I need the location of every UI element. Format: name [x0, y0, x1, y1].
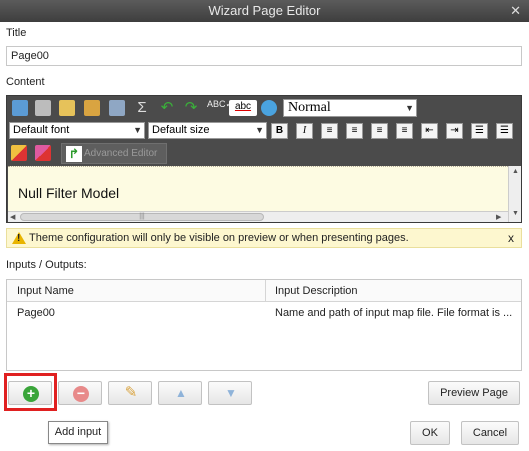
title-input[interactable] [6, 46, 522, 66]
paste-special-icon[interactable] [84, 100, 100, 116]
eraser-icon[interactable] [35, 145, 51, 161]
theme-warning-bar: ! Theme configuration will only be visib… [6, 228, 522, 248]
move-down-button[interactable]: ▼ [208, 381, 252, 405]
vertical-scrollbar[interactable]: ▲ ▼ [508, 166, 521, 222]
column-header-input-name[interactable]: Input Name [7, 280, 74, 302]
move-up-icon: ▲ [175, 386, 187, 400]
dismiss-warning-button[interactable]: x [508, 229, 514, 247]
spellcheck-icon[interactable]: ABC✓ [207, 100, 233, 116]
chevron-down-icon: ▼ [133, 125, 142, 135]
title-label: Title [6, 27, 27, 39]
ordered-list-icon[interactable]: ☰ [471, 123, 488, 139]
redo-icon[interactable]: ↷ [183, 100, 199, 116]
pencil-icon[interactable] [11, 145, 27, 161]
warning-text: Theme configuration will only be visible… [29, 232, 409, 244]
align-right-icon[interactable]: ≡ [371, 123, 388, 139]
content-body-text: Null Filter Model [18, 185, 120, 201]
toolbar-row-3: ↱ Advanced Editor [7, 142, 521, 164]
scroll-up-icon[interactable]: ▲ [512, 168, 519, 175]
scroll-left-icon[interactable]: ◀ [10, 213, 15, 221]
indent-icon[interactable]: ⇥ [446, 123, 463, 139]
highlight-box [4, 373, 57, 411]
cut-icon[interactable] [35, 100, 51, 116]
font-select-value: Default font [13, 124, 70, 136]
close-icon[interactable]: ✕ [510, 0, 521, 22]
move-down-icon: ▼ [225, 386, 237, 400]
remove-input-button[interactable]: − [58, 381, 102, 405]
justify-icon[interactable]: ≡ [396, 123, 413, 139]
window-titlebar: Wizard Page Editor ✕ [0, 0, 529, 22]
table-header: Input Name Input Description [7, 280, 521, 302]
window-title: Wizard Page Editor [208, 3, 321, 18]
arrow-icon: ↱ [66, 146, 82, 162]
sigma-icon[interactable]: Σ [134, 100, 150, 116]
align-left-icon[interactable]: ≡ [321, 123, 338, 139]
print-icon[interactable] [109, 100, 125, 116]
preview-page-button[interactable]: Preview Page [428, 381, 520, 405]
io-table: Input Name Input Description Page00 Name… [6, 279, 522, 371]
table-row[interactable]: Page00 Name and path of input map file. … [7, 302, 521, 324]
copy-icon[interactable] [12, 100, 28, 116]
cancel-button[interactable]: Cancel [461, 421, 519, 445]
paragraph-style-value: Normal [288, 100, 331, 115]
content-editable-area[interactable]: Null Filter Model [8, 166, 520, 211]
chevron-down-icon: ▼ [255, 125, 264, 135]
advanced-editor-button[interactable]: ↱ Advanced Editor [61, 143, 167, 164]
size-select[interactable]: Default size ▼ [148, 122, 267, 139]
edit-input-button[interactable]: ✎ [108, 381, 152, 405]
abc-icon[interactable]: abc [229, 100, 257, 116]
outdent-icon[interactable]: ⇤ [421, 123, 438, 139]
size-select-value: Default size [152, 124, 210, 136]
scroll-down-icon[interactable]: ▼ [512, 210, 519, 217]
font-select[interactable]: Default font ▼ [9, 122, 145, 139]
column-header-input-description[interactable]: Input Description [265, 280, 358, 302]
toolbar-row-1: Σ ↶ ↷ ABC✓ abc Normal ▼ [7, 97, 521, 119]
bold-icon[interactable]: B [271, 123, 288, 139]
align-center-icon[interactable]: ≡ [346, 123, 363, 139]
add-input-tooltip: Add input [48, 421, 108, 444]
horizontal-scrollbar[interactable]: ◀ ||| ▶ [8, 211, 508, 222]
ok-button[interactable]: OK [410, 421, 450, 445]
warning-mark: ! [17, 233, 21, 244]
unordered-list-icon[interactable]: ☰ [496, 123, 513, 139]
edit-icon: ✎ [124, 384, 138, 401]
scrollbar-thumb[interactable]: ||| [20, 213, 264, 221]
paragraph-style-select[interactable]: Normal ▼ [283, 99, 417, 117]
scroll-right-icon[interactable]: ▶ [496, 213, 501, 221]
undo-icon[interactable]: ↶ [159, 100, 175, 116]
move-up-button[interactable]: ▲ [158, 381, 202, 405]
advanced-editor-label: Advanced Editor [84, 148, 158, 159]
rich-text-editor: Σ ↶ ↷ ABC✓ abc Normal ▼ Default font ▼ D… [6, 95, 522, 223]
globe-icon[interactable] [261, 100, 277, 116]
paste-icon[interactable] [59, 100, 75, 116]
remove-icon: − [73, 386, 89, 402]
io-label: Inputs / Outputs: [6, 259, 87, 271]
italic-icon[interactable]: I [296, 123, 313, 139]
content-label: Content [6, 76, 45, 88]
toolbar-row-2: Default font ▼ Default size ▼ B I ≡ ≡ ≡ … [7, 120, 521, 142]
cell-input-description: Name and path of input map file. File fo… [275, 307, 513, 319]
cell-input-name: Page00 [17, 307, 55, 319]
chevron-down-icon: ▼ [405, 103, 414, 113]
